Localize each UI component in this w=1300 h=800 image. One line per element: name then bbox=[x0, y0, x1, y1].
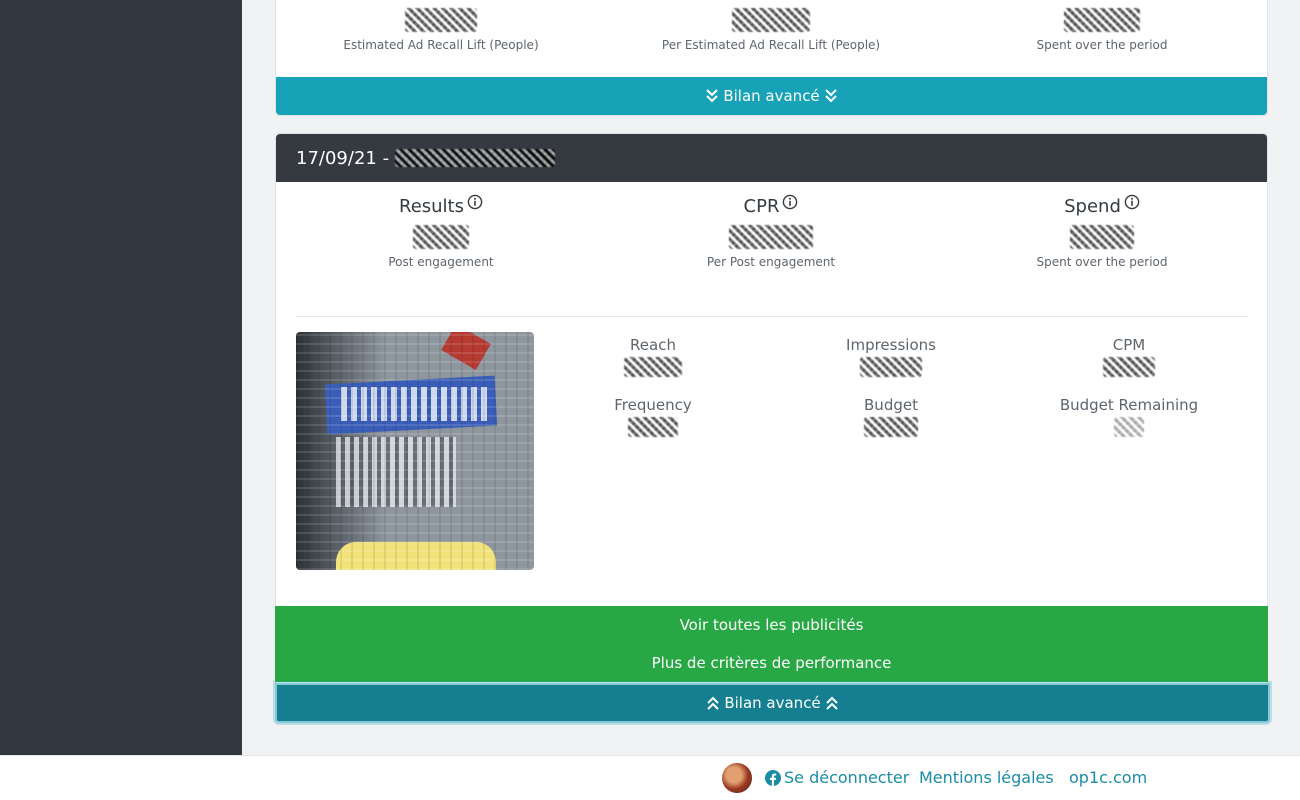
redacted-value bbox=[405, 8, 477, 32]
redacted-value bbox=[729, 225, 813, 249]
main-content: Estimated Ad Recall Lift (People) Per Es… bbox=[242, 0, 1300, 755]
legal-notice-link[interactable]: Mentions légales bbox=[919, 768, 1054, 787]
avatar[interactable] bbox=[722, 763, 752, 793]
redacted-value bbox=[1114, 417, 1144, 437]
kpi-cpr: CPR Per Post engagement bbox=[606, 194, 936, 269]
metric-sublabel: Spent over the period bbox=[1036, 38, 1168, 52]
stat-impressions: Impressions bbox=[772, 336, 1010, 381]
campaign-date: 17/09/21 - bbox=[296, 147, 390, 169]
redacted-value bbox=[1070, 225, 1134, 249]
stat-budget-remaining: Budget Remaining bbox=[1010, 396, 1248, 441]
info-icon[interactable] bbox=[1124, 194, 1140, 210]
chevrons-up-icon bbox=[706, 695, 720, 711]
stat-label: Frequency bbox=[614, 396, 692, 414]
redacted-value bbox=[1103, 357, 1155, 377]
metric-per-ad-recall: Per Estimated Ad Recall Lift (People) bbox=[606, 8, 936, 52]
kpi-sublabel: Post engagement bbox=[388, 255, 494, 269]
redacted-value bbox=[1064, 8, 1140, 32]
stat-budget: Budget bbox=[772, 396, 1010, 441]
campaign-card: 17/09/21 - Results Post engagement CPR P… bbox=[275, 133, 1270, 723]
kpi-sublabel: Per Post engagement bbox=[706, 255, 836, 269]
metric-sublabel: Per Estimated Ad Recall Lift (People) bbox=[661, 38, 881, 52]
kpi-results: Results Post engagement bbox=[276, 194, 606, 269]
stat-label: Reach bbox=[630, 336, 676, 354]
kpi-sublabel: Spent over the period bbox=[1036, 255, 1168, 269]
redacted-value bbox=[732, 8, 810, 32]
metric-spend: Spent over the period bbox=[937, 8, 1267, 52]
redacted-campaign-name bbox=[395, 149, 556, 167]
logout-link[interactable]: Se déconnecter bbox=[784, 768, 909, 787]
stat-label: Impressions bbox=[846, 336, 936, 354]
more-performance-criteria-button[interactable]: Plus de critères de performance bbox=[275, 644, 1268, 682]
divider bbox=[296, 316, 1248, 317]
bilan-avance-collapse-button[interactable]: Bilan avancé bbox=[275, 683, 1270, 723]
redacted-value bbox=[864, 417, 918, 437]
see-all-ads-button[interactable]: Voir toutes les publicités bbox=[275, 606, 1268, 644]
metric-estimated-ad-recall: Estimated Ad Recall Lift (People) bbox=[276, 8, 606, 52]
stat-frequency: Frequency bbox=[534, 396, 772, 441]
kpi-spend: Spend Spent over the period bbox=[937, 194, 1267, 269]
bilan-label: Bilan avancé bbox=[723, 87, 820, 105]
footer: Se déconnecter Mentions légales op1c.com bbox=[0, 755, 1300, 800]
stat-reach: Reach bbox=[534, 336, 772, 381]
info-icon[interactable] bbox=[782, 194, 798, 210]
bilan-avance-expand-button[interactable]: Bilan avancé bbox=[276, 77, 1267, 115]
site-link[interactable]: op1c.com bbox=[1069, 768, 1147, 787]
bilan-label: Bilan avancé bbox=[724, 694, 821, 712]
campaign-header: 17/09/21 - bbox=[276, 134, 1267, 182]
ad-creative-thumbnail[interactable] bbox=[296, 332, 534, 570]
info-icon[interactable] bbox=[467, 194, 483, 210]
stat-label: CPM bbox=[1112, 336, 1146, 354]
kpi-title: Results bbox=[399, 196, 464, 217]
redacted-value bbox=[628, 417, 678, 437]
redacted-value bbox=[860, 357, 922, 377]
kpi-title: Spend bbox=[1064, 196, 1121, 217]
redacted-value bbox=[624, 357, 682, 377]
redacted-value bbox=[413, 225, 469, 249]
kpi-title: CPR bbox=[743, 196, 780, 217]
metrics-row: Estimated Ad Recall Lift (People) Per Es… bbox=[276, 0, 1267, 77]
sidebar bbox=[0, 0, 242, 755]
stat-label: Budget Remaining bbox=[1059, 396, 1199, 414]
facebook-icon bbox=[765, 770, 781, 786]
metric-sublabel: Estimated Ad Recall Lift (People) bbox=[343, 38, 539, 52]
stat-cpm: CPM bbox=[1010, 336, 1248, 381]
stat-label: Budget bbox=[864, 396, 918, 414]
campaign-card-previous: Estimated Ad Recall Lift (People) Per Es… bbox=[275, 0, 1268, 116]
chevrons-down-icon bbox=[824, 88, 838, 104]
chevrons-down-icon bbox=[705, 88, 719, 104]
chevrons-up-icon bbox=[825, 695, 839, 711]
